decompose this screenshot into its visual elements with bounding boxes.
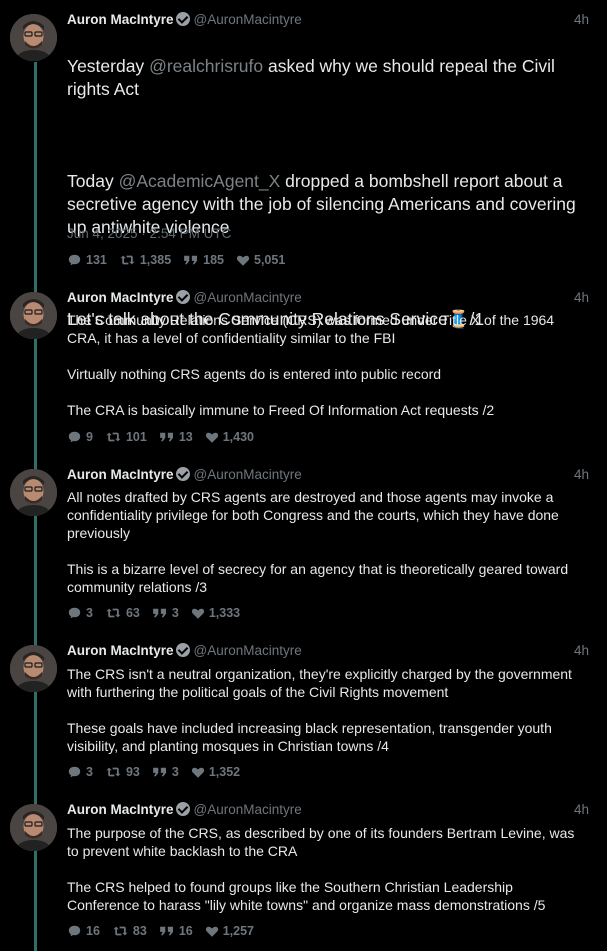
- tweet-5[interactable]: Auron MacIntyre @AuronMacintyre 4h The pu…: [0, 800, 607, 950]
- retweet-icon: [105, 765, 122, 779]
- mention-link[interactable]: @realchrisrufo: [149, 56, 263, 76]
- like-button[interactable]: 1,352: [191, 763, 240, 781]
- tweet-actions: 131 1,385 185 5,051: [67, 251, 285, 269]
- tweet-time[interactable]: 4h: [574, 10, 589, 30]
- heart-icon: [191, 766, 205, 779]
- tweet-header: Auron MacIntyre @AuronMacintyre 4h: [67, 465, 589, 485]
- author-name[interactable]: Auron MacIntyre: [67, 12, 174, 27]
- quote-button[interactable]: 3: [152, 763, 179, 781]
- tweet-time[interactable]: 4h: [574, 800, 589, 820]
- tweet-2[interactable]: Auron MacIntyre @AuronMacintyre 4h The Co…: [0, 288, 607, 448]
- retweet-button[interactable]: 93: [105, 763, 140, 781]
- quote-icon: [159, 925, 175, 937]
- reply-icon: [67, 924, 82, 938]
- like-button[interactable]: 5,051: [236, 251, 285, 269]
- reply-icon: [67, 253, 82, 267]
- tweet-time[interactable]: 4h: [574, 288, 589, 308]
- author-name[interactable]: Auron MacIntyre: [67, 643, 174, 658]
- quote-icon: [152, 607, 168, 619]
- like-button[interactable]: 1,257: [205, 922, 254, 940]
- tweet-time[interactable]: 4h: [574, 641, 589, 661]
- avatar[interactable]: [10, 804, 57, 851]
- retweet-icon: [112, 924, 129, 938]
- reply-button[interactable]: 3: [67, 763, 93, 781]
- heart-icon: [205, 431, 219, 444]
- avatar[interactable]: [10, 14, 57, 61]
- paragraph-1: Yesterday @realchrisrufo asked why we sh…: [67, 56, 555, 99]
- verified-badge-icon: [175, 12, 190, 26]
- retweet-icon: [119, 253, 136, 267]
- author-handle[interactable]: @AuronMacintyre: [194, 802, 302, 817]
- retweet-button[interactable]: 83: [112, 922, 147, 940]
- like-button[interactable]: 1,430: [205, 428, 254, 446]
- tweet-header: Auron MacIntyre @AuronMacintyre 4h: [67, 10, 589, 30]
- avatar[interactable]: [10, 645, 57, 692]
- author-handle[interactable]: @AuronMacintyre: [194, 290, 302, 305]
- quote-icon: [159, 431, 175, 443]
- avatar[interactable]: [10, 469, 57, 516]
- author-handle[interactable]: @AuronMacintyre: [194, 467, 302, 482]
- quote-button[interactable]: 16: [159, 922, 193, 940]
- tweet-header: Auron MacIntyre @AuronMacintyre 4h: [67, 288, 589, 308]
- tweet-actions: 3 93 3 1,352: [67, 763, 240, 781]
- tweet-3[interactable]: Auron MacIntyre @AuronMacintyre 4h All no…: [0, 465, 607, 625]
- retweet-button[interactable]: 63: [105, 604, 140, 622]
- tweet-time[interactable]: 4h: [574, 465, 589, 485]
- reply-button[interactable]: 3: [67, 604, 93, 622]
- retweet-button[interactable]: 1,385: [119, 251, 171, 269]
- author-handle[interactable]: @AuronMacintyre: [194, 643, 302, 658]
- reply-icon: [67, 606, 82, 620]
- author-name[interactable]: Auron MacIntyre: [67, 802, 174, 817]
- mention-link[interactable]: @AcademicAgent_X: [119, 171, 281, 191]
- reply-button[interactable]: 131: [67, 251, 107, 269]
- author-handle[interactable]: @AuronMacintyre: [194, 12, 302, 27]
- verified-badge-icon: [175, 802, 190, 816]
- tweet-text: The purpose of the CRS, as described by …: [67, 825, 575, 913]
- tweet-actions: 16 83 16 1,257: [67, 922, 254, 940]
- quote-icon: [152, 766, 168, 778]
- reply-icon: [67, 430, 82, 444]
- retweet-button[interactable]: 101: [105, 428, 147, 446]
- reply-button[interactable]: 16: [67, 922, 100, 940]
- tweet-header: Auron MacIntyre @AuronMacintyre 4h: [67, 641, 589, 661]
- tweet-date[interactable]: Jun 4, 2025 · 2:54 PM UTC: [67, 226, 231, 241]
- tweet-text: The CRS isn't a neutral organization, th…: [67, 666, 572, 754]
- author-name[interactable]: Auron MacIntyre: [67, 467, 174, 482]
- like-button[interactable]: 1,333: [191, 604, 240, 622]
- verified-badge-icon: [175, 643, 190, 657]
- tweet-actions: 9 101 13 1,430: [67, 428, 254, 446]
- reply-icon: [67, 765, 82, 779]
- avatar[interactable]: [10, 292, 57, 339]
- tweet-text: All notes drafted by CRS agents are dest…: [67, 489, 569, 595]
- tweet-1[interactable]: Auron MacIntyre @AuronMacintyre 4h Yester…: [0, 10, 607, 329]
- author-name[interactable]: Auron MacIntyre: [67, 290, 174, 305]
- quote-button[interactable]: 185: [183, 251, 224, 269]
- heart-icon: [191, 607, 205, 620]
- verified-badge-icon: [175, 290, 190, 304]
- tweet-4[interactable]: Auron MacIntyre @AuronMacintyre 4h The CR…: [0, 641, 607, 786]
- retweet-icon: [105, 606, 122, 620]
- quote-button[interactable]: 13: [159, 428, 193, 446]
- heart-icon: [205, 925, 219, 938]
- heart-icon: [236, 254, 250, 267]
- retweet-icon: [105, 430, 122, 444]
- verified-badge-icon: [175, 467, 190, 481]
- tweet-header: Auron MacIntyre @AuronMacintyre 4h: [67, 800, 589, 820]
- tweet-actions: 3 63 3 1,333: [67, 604, 240, 622]
- reply-button[interactable]: 9: [67, 428, 93, 446]
- quote-icon: [183, 254, 199, 266]
- quote-button[interactable]: 3: [152, 604, 179, 622]
- tweet-text: The Community Relations Service (CRS) wa…: [67, 312, 555, 418]
